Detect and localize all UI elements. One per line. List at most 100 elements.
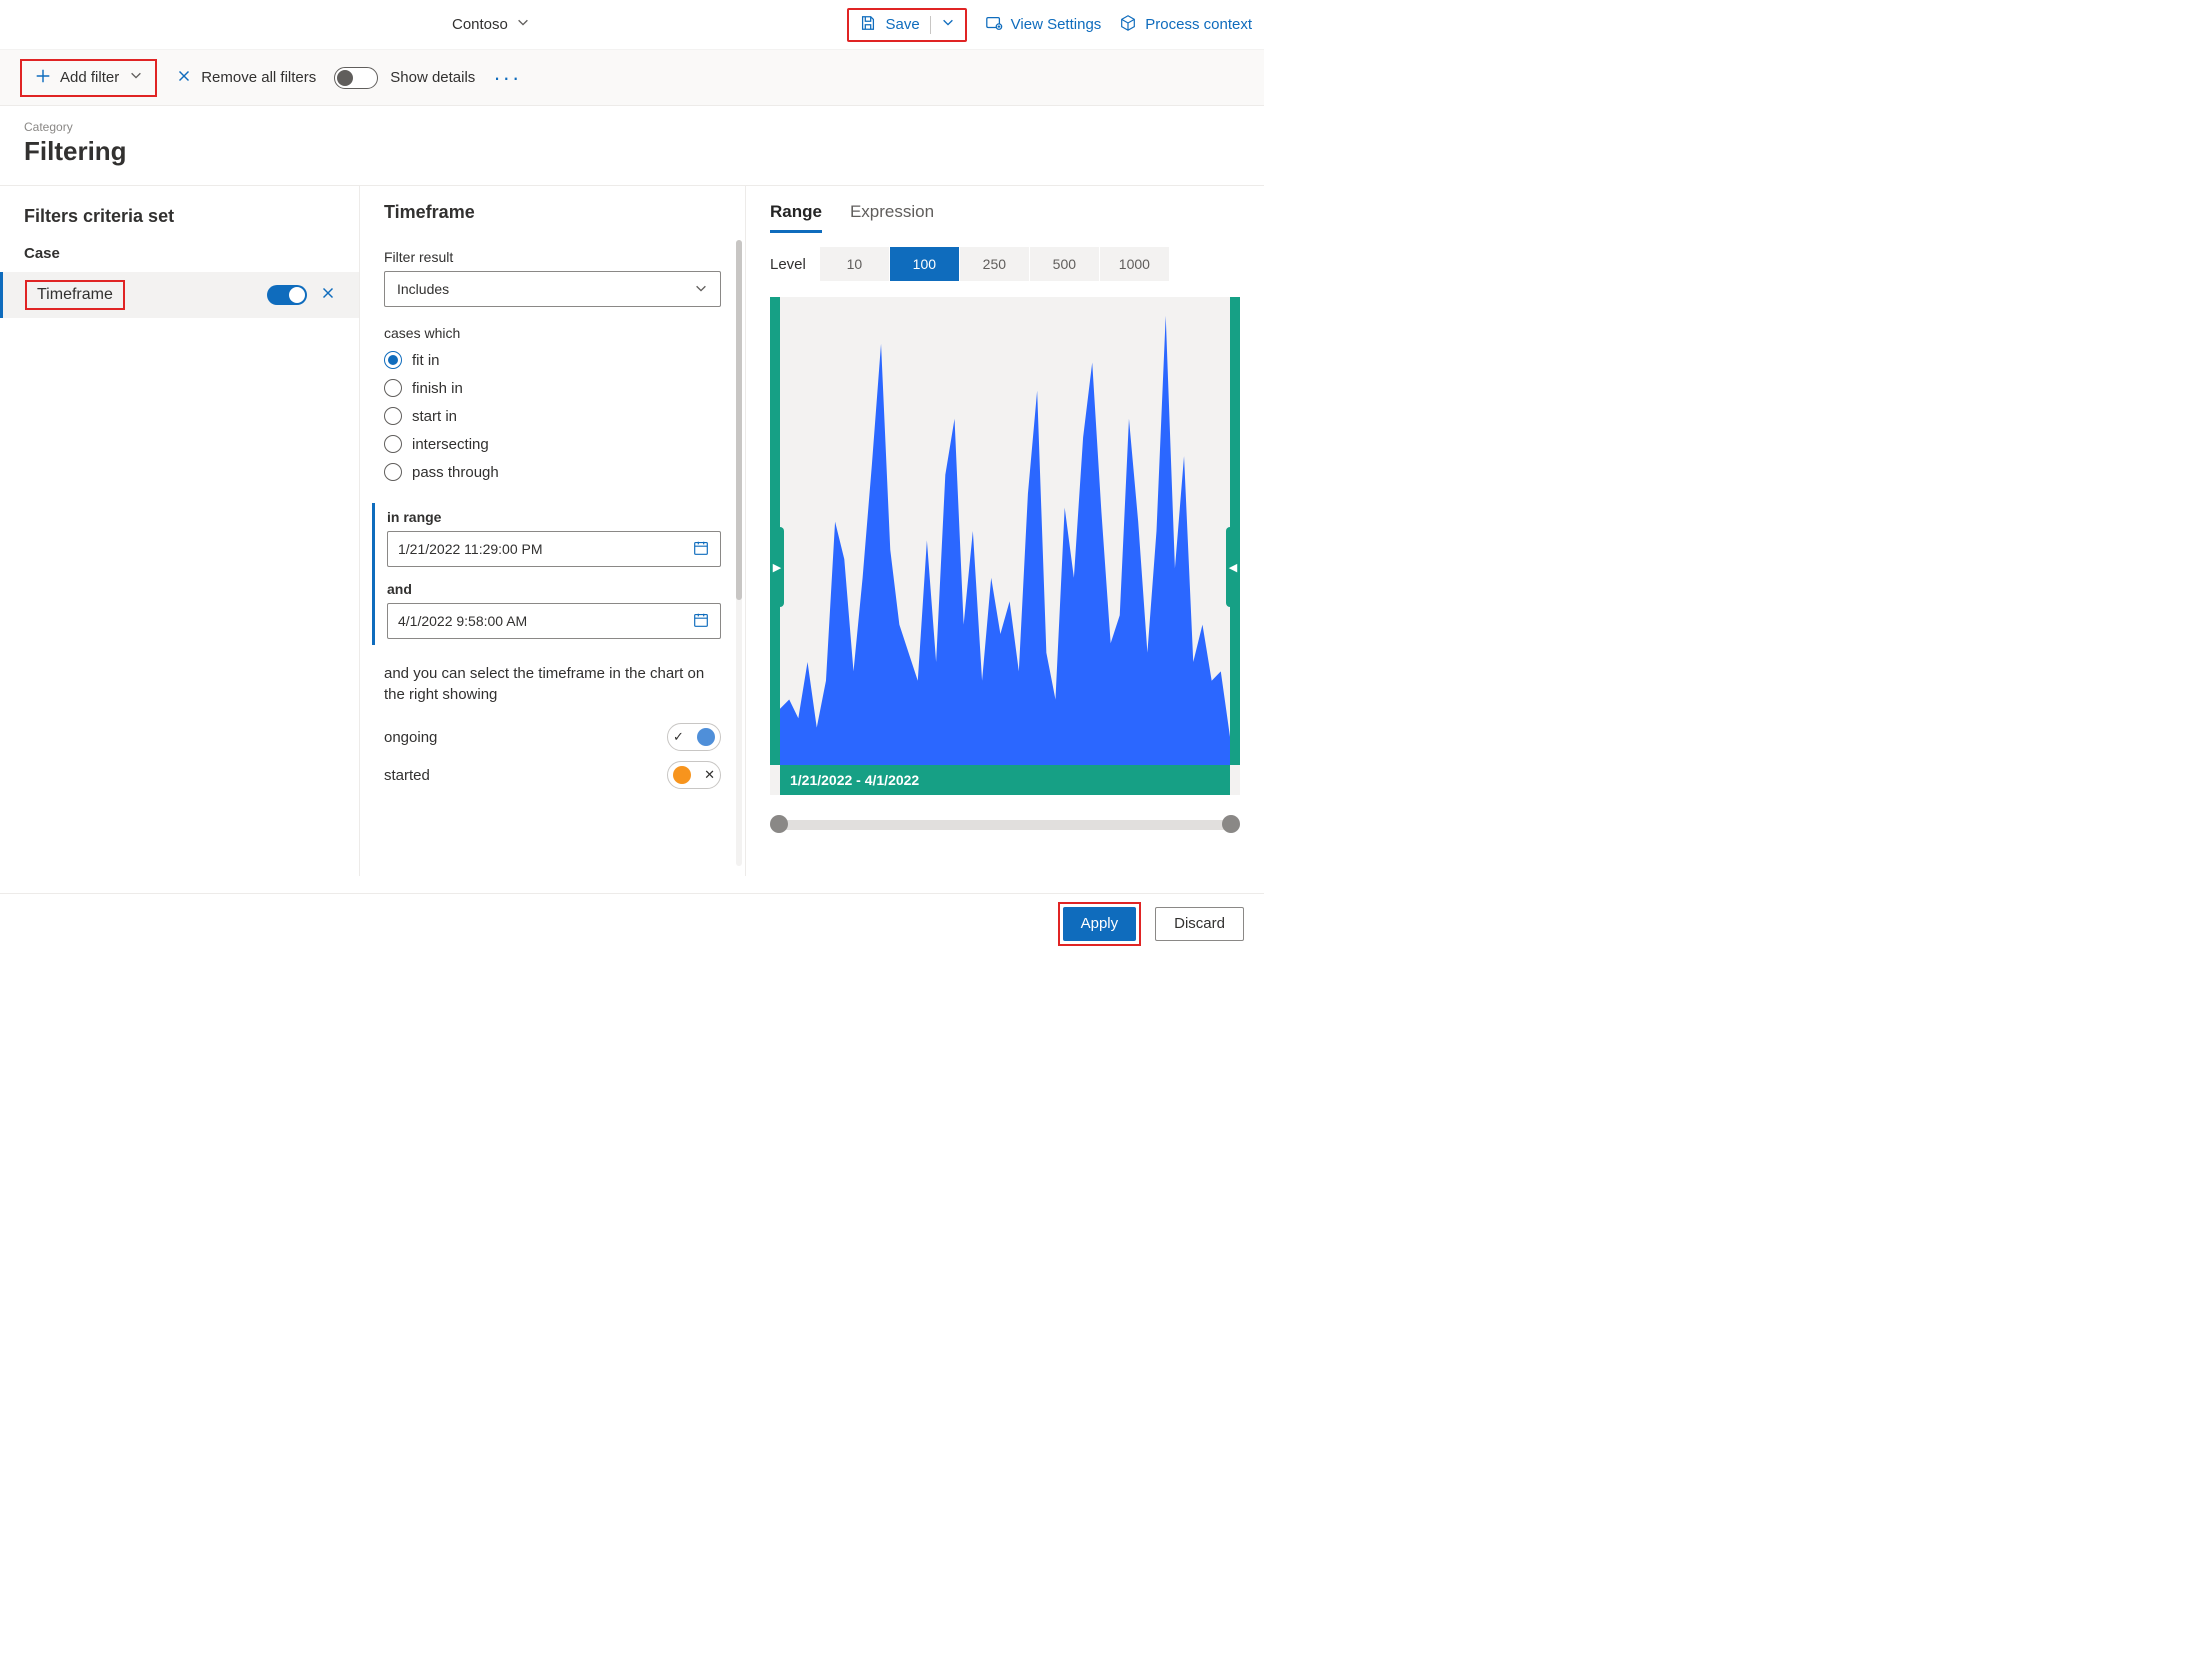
filter-name: Timeframe bbox=[37, 286, 113, 303]
legend-ongoing-row: ongoing ✓ bbox=[384, 723, 721, 751]
filter-toolbar: Add filter Remove all filters Show detai… bbox=[0, 50, 1264, 106]
range-handle-right[interactable]: ◀ bbox=[1226, 527, 1240, 607]
close-icon: ✕ bbox=[704, 767, 715, 783]
top-bar: Contoso Save View Settings bbox=[0, 0, 1264, 50]
show-details-toggle[interactable] bbox=[334, 67, 378, 89]
radio-label: intersecting bbox=[412, 436, 489, 453]
color-dot bbox=[697, 728, 715, 746]
add-filter-highlight: Add filter bbox=[20, 59, 157, 97]
chart-plot-area bbox=[780, 297, 1230, 765]
divider bbox=[930, 16, 931, 34]
radio-start-in[interactable]: start in bbox=[384, 407, 721, 425]
slider-knob-right[interactable] bbox=[1222, 815, 1240, 833]
save-label: Save bbox=[885, 16, 919, 33]
to-date-input[interactable]: 4/1/2022 9:58:00 AM bbox=[387, 603, 721, 639]
org-chevron-icon[interactable] bbox=[516, 15, 530, 34]
and-label: and bbox=[387, 581, 721, 597]
cases-radio-group: fit in finish in start in intersecting p… bbox=[384, 351, 721, 481]
help-text: and you can select the timeframe in the … bbox=[384, 663, 721, 705]
save-button[interactable]: Save bbox=[859, 14, 919, 36]
save-chevron-icon[interactable] bbox=[941, 15, 955, 34]
legend-started-row: started ✕ bbox=[384, 761, 721, 789]
filter-enabled-toggle[interactable] bbox=[267, 285, 307, 305]
from-date-value: 1/21/2022 11:29:00 PM bbox=[398, 541, 543, 557]
panel-scrollbar[interactable] bbox=[736, 240, 742, 866]
in-range-label: in range bbox=[387, 509, 721, 525]
view-settings-button[interactable]: View Settings bbox=[985, 14, 1102, 36]
close-icon bbox=[175, 67, 193, 89]
process-context-label: Process context bbox=[1145, 16, 1252, 33]
remove-all-label: Remove all filters bbox=[201, 69, 316, 86]
tab-expression[interactable]: Expression bbox=[850, 202, 934, 233]
level-opt-10[interactable]: 10 bbox=[820, 247, 890, 281]
radio-intersecting[interactable]: intersecting bbox=[384, 435, 721, 453]
range-slider[interactable] bbox=[770, 813, 1240, 833]
radio-icon bbox=[384, 407, 402, 425]
calendar-icon bbox=[692, 539, 710, 560]
calendar-icon bbox=[692, 611, 710, 632]
level-opt-1000[interactable]: 1000 bbox=[1100, 247, 1170, 281]
chart-range-label: 1/21/2022 - 4/1/2022 bbox=[780, 765, 1230, 795]
chevron-down-icon bbox=[694, 281, 708, 298]
filter-result-select[interactable]: Includes bbox=[384, 271, 721, 307]
legend-started-toggle[interactable]: ✕ bbox=[667, 761, 721, 789]
filter-result-label: Filter result bbox=[384, 249, 721, 265]
slider-knob-left[interactable] bbox=[770, 815, 788, 833]
tab-range[interactable]: Range bbox=[770, 202, 822, 233]
remove-filter-button[interactable] bbox=[319, 284, 337, 307]
save-icon bbox=[859, 14, 877, 36]
add-filter-button[interactable]: Add filter bbox=[34, 67, 119, 89]
filters-panel-title: Filters criteria set bbox=[0, 206, 359, 245]
discard-button[interactable]: Discard bbox=[1155, 907, 1244, 941]
range-chart[interactable]: ▶ ◀ 1/21/2022 - 4/1/2022 bbox=[770, 297, 1240, 795]
chart-tabs: Range Expression bbox=[770, 202, 1240, 233]
level-opt-100[interactable]: 100 bbox=[890, 247, 960, 281]
remove-all-filters-button[interactable]: Remove all filters bbox=[175, 67, 316, 89]
footer-bar: Apply Discard bbox=[0, 893, 1264, 953]
chart-svg bbox=[780, 297, 1230, 765]
show-details-toggle-group: Show details bbox=[334, 67, 475, 89]
add-filter-chevron-icon[interactable] bbox=[129, 68, 143, 87]
radio-icon bbox=[384, 351, 402, 369]
scrollbar-thumb[interactable] bbox=[736, 240, 742, 600]
view-settings-label: View Settings bbox=[1011, 16, 1102, 33]
org-name[interactable]: Contoso bbox=[452, 16, 508, 33]
radio-pass-through[interactable]: pass through bbox=[384, 463, 721, 481]
level-opt-250[interactable]: 250 bbox=[960, 247, 1030, 281]
range-block: in range 1/21/2022 11:29:00 PM and 4/1/2… bbox=[372, 503, 721, 645]
level-row: Level 10 100 250 500 1000 bbox=[770, 247, 1240, 281]
overflow-menu-button[interactable]: ··· bbox=[493, 67, 521, 89]
level-label: Level bbox=[770, 256, 806, 273]
category-label: Category bbox=[24, 120, 1240, 134]
radio-fit-in[interactable]: fit in bbox=[384, 351, 721, 369]
radio-icon bbox=[384, 435, 402, 453]
level-segmented: 10 100 250 500 1000 bbox=[820, 247, 1170, 281]
filter-group-case: Case bbox=[0, 245, 359, 272]
radio-label: start in bbox=[412, 408, 457, 425]
timeframe-panel-title: Timeframe bbox=[384, 202, 721, 223]
cube-icon bbox=[1119, 14, 1137, 36]
filter-result-value: Includes bbox=[397, 281, 449, 297]
filter-row-timeframe[interactable]: Timeframe bbox=[0, 272, 359, 318]
level-opt-500[interactable]: 500 bbox=[1030, 247, 1100, 281]
apply-button[interactable]: Apply bbox=[1063, 907, 1137, 941]
add-filter-label: Add filter bbox=[60, 69, 119, 86]
page-title: Filtering bbox=[24, 136, 1240, 167]
from-date-input[interactable]: 1/21/2022 11:29:00 PM bbox=[387, 531, 721, 567]
radio-label: pass through bbox=[412, 464, 499, 481]
timeframe-panel: Timeframe Filter result Includes cases w… bbox=[360, 186, 746, 876]
to-date-value: 4/1/2022 9:58:00 AM bbox=[398, 613, 527, 629]
main-area: Filters criteria set Case Timeframe Time… bbox=[0, 186, 1264, 876]
show-details-label: Show details bbox=[390, 69, 475, 86]
filter-name-highlight: Timeframe bbox=[25, 280, 125, 310]
cases-which-label: cases which bbox=[384, 325, 721, 341]
chart-panel: Range Expression Level 10 100 250 500 10… bbox=[746, 186, 1264, 876]
radio-finish-in[interactable]: finish in bbox=[384, 379, 721, 397]
plus-icon bbox=[34, 67, 52, 89]
process-context-button[interactable]: Process context bbox=[1119, 14, 1252, 36]
legend-ongoing-label: ongoing bbox=[384, 729, 437, 746]
radio-icon bbox=[384, 379, 402, 397]
legend-ongoing-toggle[interactable]: ✓ bbox=[667, 723, 721, 751]
legend-started-label: started bbox=[384, 767, 430, 784]
range-handle-left[interactable]: ▶ bbox=[770, 527, 784, 607]
